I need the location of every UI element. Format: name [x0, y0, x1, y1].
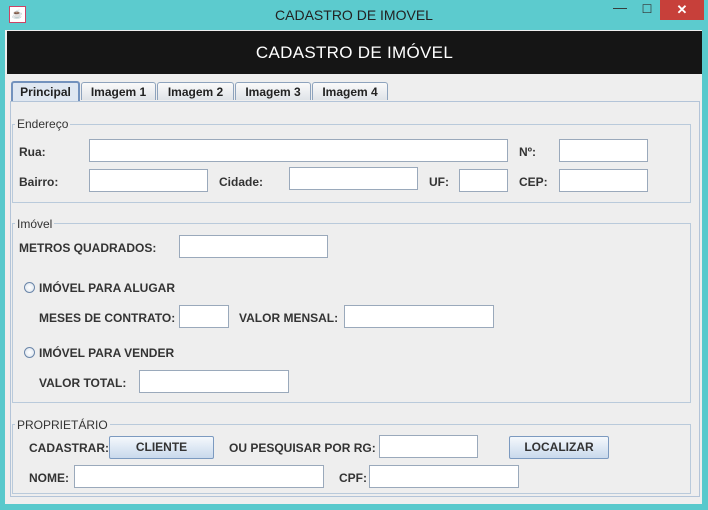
endereco-title: Endereço — [15, 117, 71, 131]
valor-total-input[interactable] — [139, 370, 289, 393]
uf-label: UF: — [429, 175, 449, 189]
bairro-label: Bairro: — [19, 175, 59, 189]
tab-imagem-2[interactable]: Imagem 2 — [157, 82, 234, 100]
cpf-input[interactable] — [369, 465, 519, 488]
metros-input[interactable] — [179, 235, 328, 258]
tab-imagem-4[interactable]: Imagem 4 — [312, 82, 388, 100]
rua-label: Rua: — [19, 145, 46, 159]
alugar-label[interactable]: IMÓVEL PARA ALUGAR — [39, 281, 175, 295]
numero-input[interactable] — [559, 139, 648, 162]
localizar-button[interactable]: LOCALIZAR — [509, 436, 609, 459]
cidade-label: Cidade: — [219, 175, 264, 189]
valor-total-label: VALOR TOTAL: — [39, 376, 127, 390]
metros-label: METROS QUADRADOS: — [19, 241, 157, 255]
alugar-radio[interactable] — [24, 282, 35, 293]
nome-input[interactable] — [74, 465, 324, 488]
uf-input[interactable] — [459, 169, 508, 192]
nome-label: NOME: — [29, 471, 69, 485]
vender-label[interactable]: IMÓVEL PARA VENDER — [39, 346, 174, 360]
bairro-input[interactable] — [89, 169, 208, 192]
rg-input[interactable] — [379, 435, 478, 458]
valor-mensal-input[interactable] — [344, 305, 494, 328]
minimize-button[interactable]: — — [606, 0, 634, 18]
cep-label: CEP: — [519, 175, 548, 189]
tab-imagem-1[interactable]: Imagem 1 — [81, 82, 156, 100]
form-header: CADASTRO DE IMÓVEL — [7, 31, 702, 74]
tab-imagem-3[interactable]: Imagem 3 — [235, 82, 311, 100]
maximize-button[interactable]: ☐ — [634, 2, 660, 18]
cpf-label: CPF: — [339, 471, 367, 485]
pesquisar-rg-label: OU PESQUISAR POR RG: — [229, 441, 376, 455]
tab-principal[interactable]: Principal — [11, 81, 80, 102]
imovel-title: Imóvel — [15, 217, 55, 231]
cidade-input[interactable] — [289, 167, 418, 190]
numero-label: Nº: — [519, 145, 537, 159]
close-button[interactable]: ✕ — [660, 0, 704, 20]
meses-input[interactable] — [179, 305, 229, 328]
proprietario-title: PROPRIETÁRIO — [15, 418, 110, 432]
rua-input[interactable] — [89, 139, 508, 162]
valor-mensal-label: VALOR MENSAL: — [239, 311, 339, 325]
vender-radio[interactable] — [24, 347, 35, 358]
cliente-button[interactable]: CLIENTE — [109, 436, 214, 459]
window-title: CADASTRO DE IMOVEL — [275, 7, 433, 23]
cadastrar-label: CADASTRAR: — [29, 441, 109, 455]
cep-input[interactable] — [559, 169, 648, 192]
meses-label: MESES DE CONTRATO: — [39, 311, 176, 325]
